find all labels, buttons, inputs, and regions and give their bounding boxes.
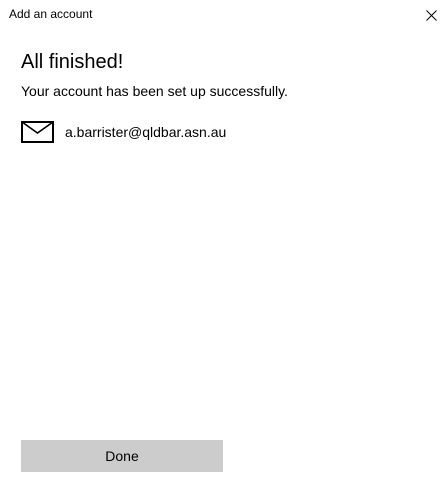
mail-icon (21, 121, 54, 143)
page-title: All finished! (21, 51, 124, 73)
success-message: Your account has been set up successfull… (21, 83, 288, 99)
title-bar: Add an account (0, 0, 446, 30)
done-button[interactable]: Done (21, 440, 223, 472)
window-title: Add an account (9, 7, 93, 21)
close-button[interactable] (416, 0, 446, 30)
account-row: a.barrister@qldbar.asn.au (21, 121, 226, 143)
close-icon (425, 9, 437, 21)
account-email: a.barrister@qldbar.asn.au (65, 124, 227, 140)
